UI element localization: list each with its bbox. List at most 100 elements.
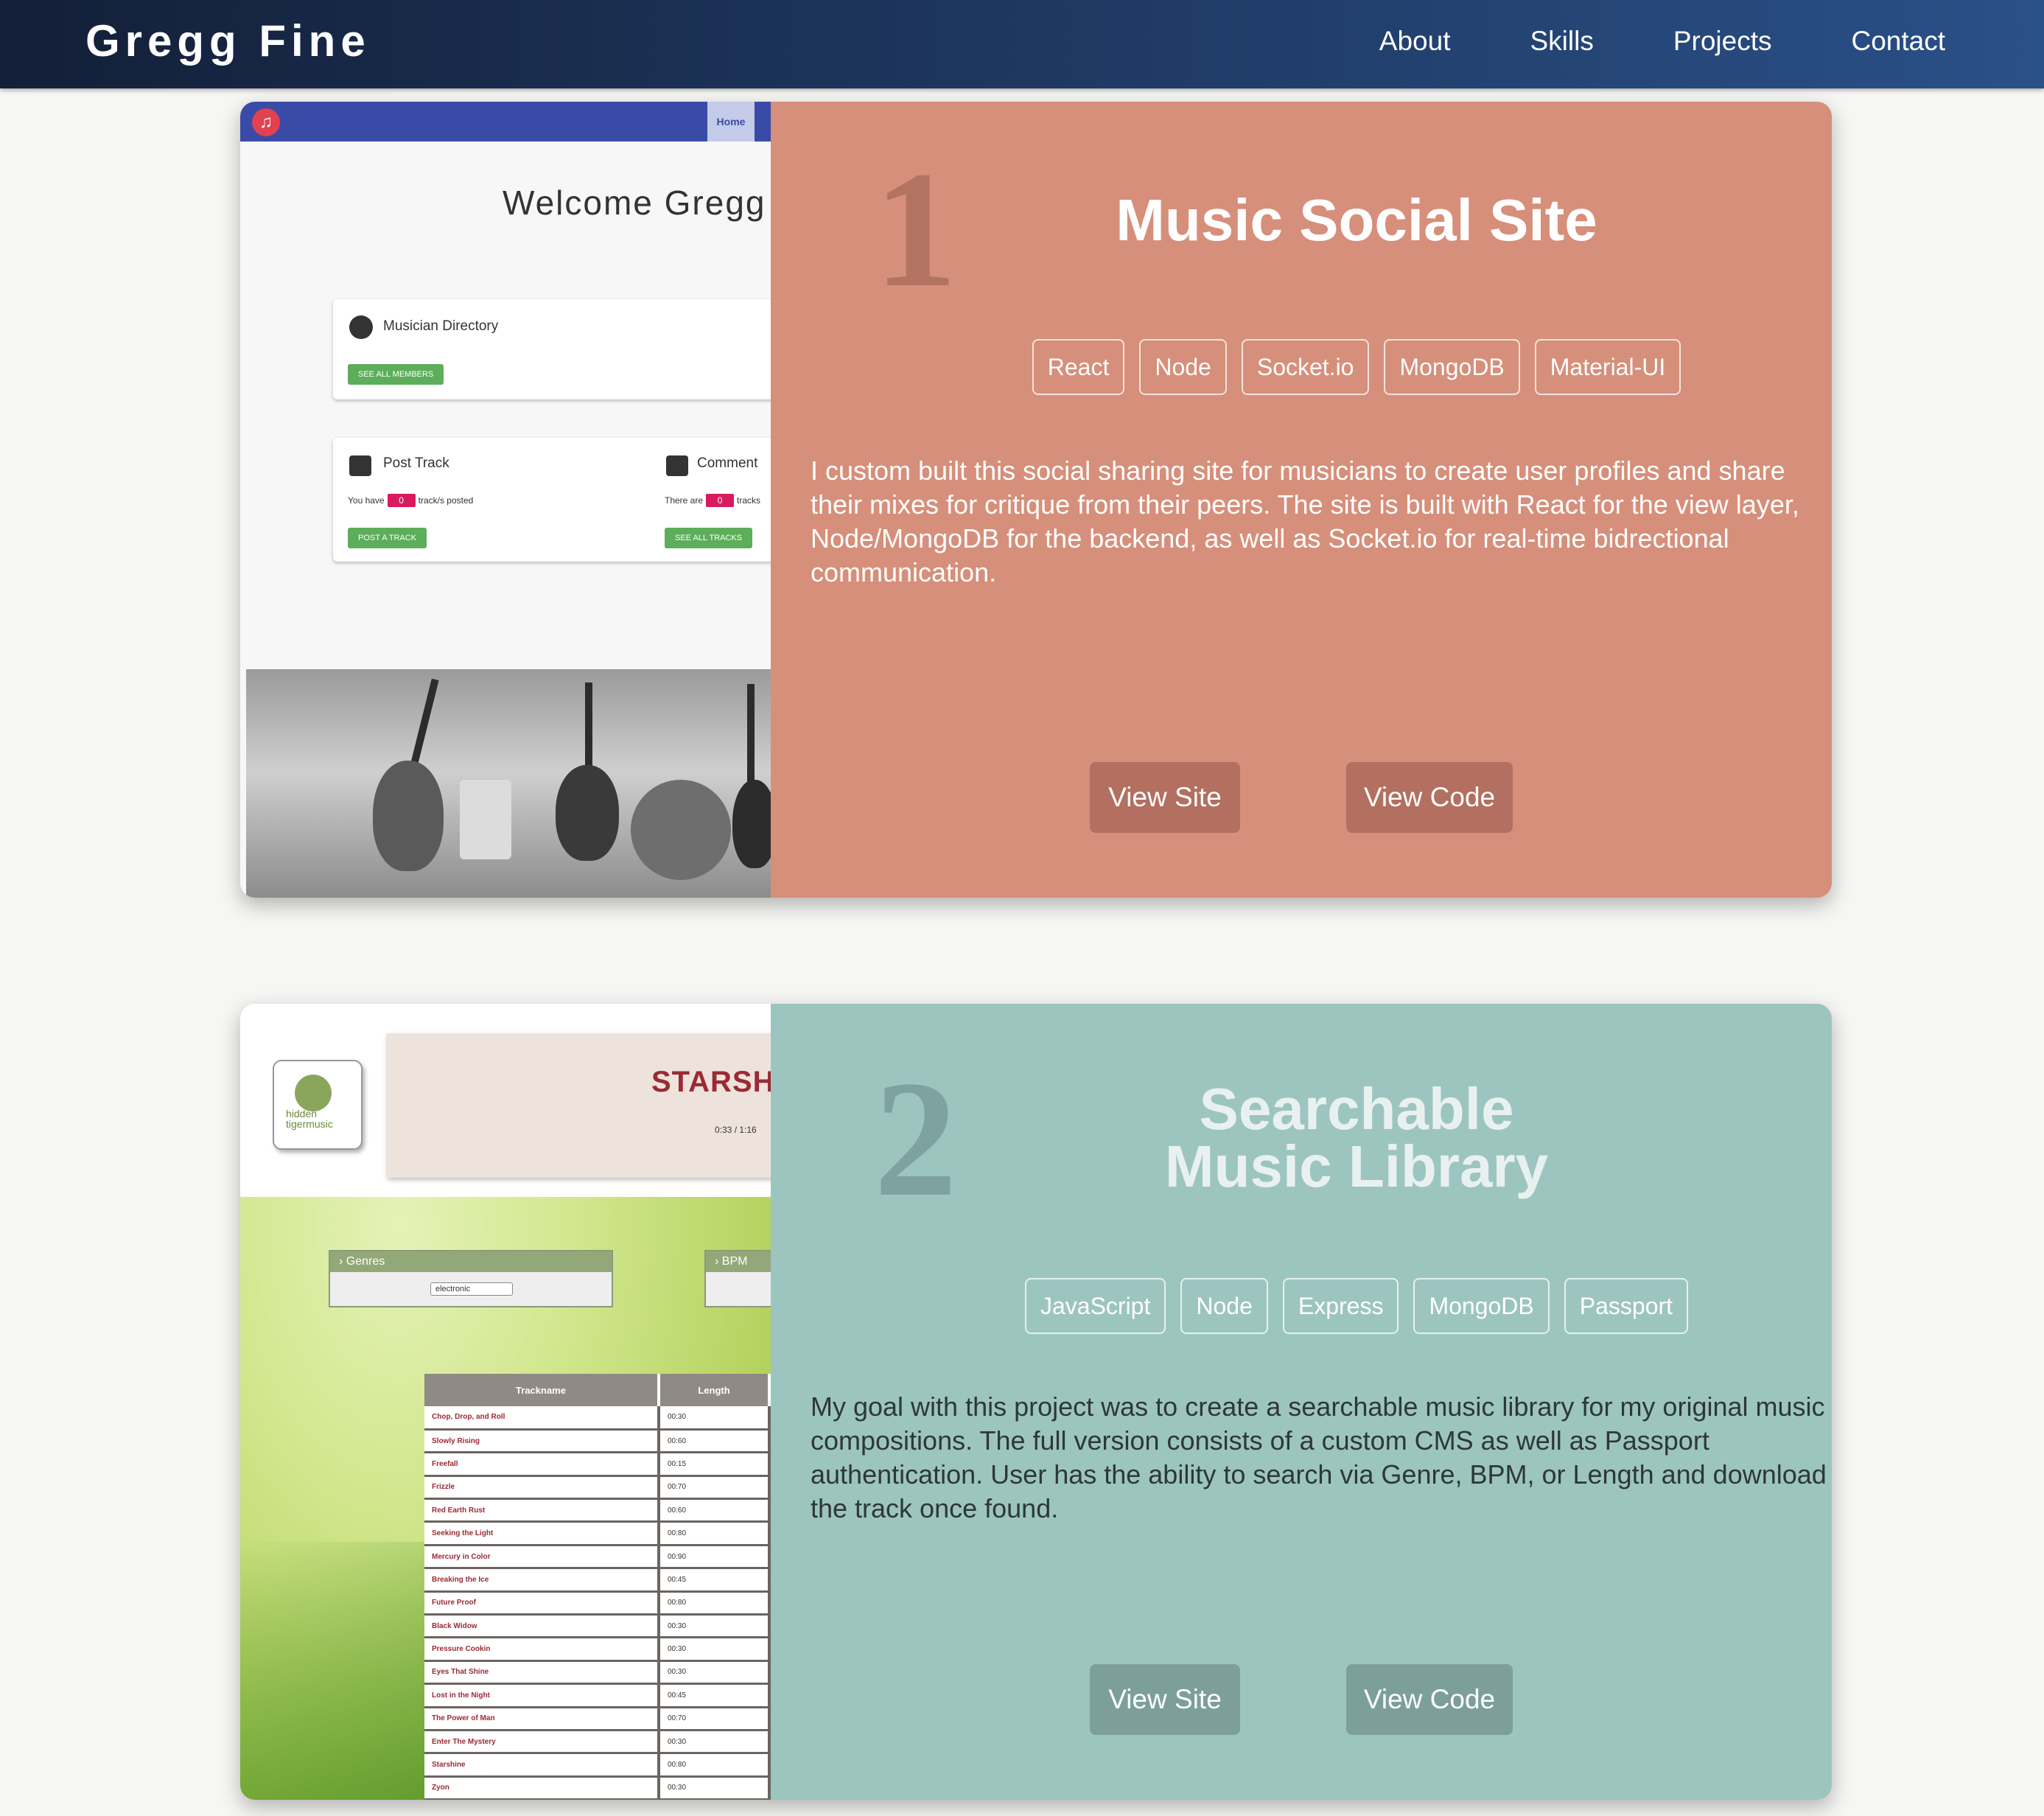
project-title-line: Music Library (1164, 1134, 1549, 1199)
screenshot-activity-card: Post Track You have 0 track/s posted POST … (333, 438, 771, 562)
table-row: Zyon 00:30 (424, 1776, 771, 1800)
cymbal (631, 780, 731, 880)
tech-tag: Express (1282, 1278, 1399, 1334)
nav-about[interactable]: About (1379, 21, 1451, 62)
track-length: 00:80 (659, 1521, 771, 1546)
track-name: Seeking the Light (424, 1521, 660, 1546)
screenshot-foliage (240, 1542, 432, 1800)
screenshot-genres-filter: › Genres electronic (329, 1250, 613, 1307)
nav-contact[interactable]: Contact (1851, 21, 1945, 62)
site-header: Gregg Fine About Skills Projects Contact (0, 0, 2044, 88)
table-row: Future Proof 00:80 (424, 1591, 771, 1616)
screenshot-bpm-filter: › BPM (704, 1250, 771, 1307)
bass-neck (747, 684, 755, 787)
acoustic-guitar (373, 761, 444, 871)
project-title-line: Searchable (1199, 1076, 1514, 1142)
electric-guitar (556, 765, 619, 861)
track-length: 00:45 (659, 1568, 771, 1593)
screenshot-now-playing: STARSH (651, 1066, 771, 1098)
tech-tag: Socket.io (1241, 339, 1370, 395)
screenshot-welcome: Welcome Gregg F (503, 184, 771, 222)
table-row: Chop, Drop, and Roll 00:30 (424, 1406, 771, 1431)
screenshot-home-tab: Home (707, 102, 755, 142)
project-description: My goal with this project was to create … (811, 1391, 1827, 1523)
project-card-music-library: hidden tigermusic STARSH 0:33 / 1:16 › Ge… (240, 1004, 1832, 1800)
track-name: Eyes That Shine (424, 1660, 660, 1686)
track-name: Mercury in Color (424, 1545, 660, 1570)
table-row: Frizzle 00:70 (424, 1476, 771, 1501)
music-note-icon: ♫ (252, 108, 280, 136)
track-name: Red Earth Rust (424, 1498, 660, 1523)
table-row: Starshine 00:80 (424, 1753, 771, 1778)
screenshot-post-count: You have 0 track/s posted (348, 494, 474, 507)
screenshot-navbar: ♫ Home (240, 102, 771, 142)
track-length: 00:70 (659, 1476, 771, 1501)
view-code-button[interactable]: View Code (1346, 762, 1513, 833)
screenshot-post-track-title: Post Track (383, 455, 449, 471)
project-card-music-social: ♫ Home Welcome Gregg F Musician Director… (240, 102, 1832, 898)
view-code-button[interactable]: View Code (1346, 1664, 1513, 1735)
track-length: 00:80 (659, 1753, 771, 1778)
table-row: Freefall 00:15 (424, 1452, 771, 1477)
track-name: Zyon (424, 1776, 660, 1800)
track-length: 00:15 (659, 1452, 771, 1477)
track-name: Pressure Cookin (424, 1637, 660, 1662)
track-length: 00:30 (659, 1660, 771, 1686)
tech-tag: MongoDB (1413, 1278, 1550, 1334)
main-nav: About Skills Projects Contact (1379, 21, 1945, 62)
screenshot-directory-card: Musician Directory SEE ALL MEMBERS (333, 299, 771, 399)
track-length: 00:90 (659, 1545, 771, 1570)
table-header: Trackname (424, 1374, 660, 1406)
tech-tag: Material-UI (1534, 339, 1681, 395)
track-name: The Power of Man (424, 1707, 660, 1731)
track-length: 00:30 (659, 1406, 771, 1431)
screenshot-comment-title: Comment (697, 455, 758, 471)
track-name: Chop, Drop, and Roll (424, 1406, 660, 1431)
table-row: Eyes That Shine 00:30 (424, 1660, 771, 1686)
track-name: Breaking the Ice (424, 1568, 660, 1593)
brand-name[interactable]: Gregg Fine (85, 15, 371, 68)
screenshot-track-table: Trackname Length Chop, Drop, and Roll 00:… (424, 1374, 771, 1800)
view-site-button[interactable]: View Site (1090, 762, 1240, 833)
project-screenshot: hidden tigermusic STARSH 0:33 / 1:16 › Ge… (240, 1004, 771, 1800)
table-header: Length (659, 1374, 771, 1406)
logo-text: tigermusic (286, 1118, 333, 1130)
table-row: Black Widow 00:30 (424, 1614, 771, 1639)
project-title: Searchable Music Library (771, 1080, 1832, 1196)
track-length: 00:80 (659, 1591, 771, 1616)
table-row: The Power of Man 00:70 (424, 1707, 771, 1731)
account-circle-icon (349, 315, 373, 339)
track-name: Lost in the Night (424, 1683, 660, 1708)
track-name: Starshine (424, 1753, 660, 1778)
table-row: Red Earth Rust 00:60 (424, 1498, 771, 1523)
chevron-right-icon: › (339, 1255, 343, 1268)
table-row: Breaking the Ice 00:45 (424, 1568, 771, 1593)
bass-guitar (732, 780, 771, 868)
track-length: 00:45 (659, 1683, 771, 1708)
comment-icon (666, 455, 688, 476)
screenshot-audio-player (386, 1033, 771, 1178)
nav-projects[interactable]: Projects (1673, 21, 1772, 62)
screenshot-post-a-track: POST A TRACK (348, 528, 427, 548)
tech-tag: JavaScript (1024, 1278, 1166, 1334)
tech-tag: Node (1139, 339, 1227, 395)
tech-tags: React Node Socket.io MongoDB Material-UI (771, 339, 1832, 395)
project-info-panel: 2 Searchable Music Library JavaScript No… (771, 1004, 1832, 1800)
screenshot-comment-count: There are 0 tracks (665, 494, 761, 507)
nav-skills[interactable]: Skills (1530, 21, 1593, 62)
track-length: 00:60 (659, 1498, 771, 1523)
tiger-icon (295, 1075, 332, 1111)
screenshot-time: 0:33 / 1:16 (715, 1125, 757, 1135)
project-description: I custom built this social sharing site … (811, 455, 1799, 587)
view-site-button[interactable]: View Site (1090, 1664, 1240, 1735)
track-length: 00:70 (659, 1707, 771, 1731)
genre-select: electronic (430, 1282, 513, 1296)
laptop (460, 780, 511, 859)
tech-tag: MongoDB (1384, 339, 1520, 395)
track-name: Slowly Rising (424, 1429, 660, 1454)
table-row: Seeking the Light 00:80 (424, 1521, 771, 1546)
project-info-panel: 1 Music Social Site React Node Socket.io… (771, 102, 1832, 898)
guitar-neck (408, 678, 439, 774)
track-length: 00:30 (659, 1776, 771, 1800)
project-title: Music Social Site (1116, 187, 1597, 253)
